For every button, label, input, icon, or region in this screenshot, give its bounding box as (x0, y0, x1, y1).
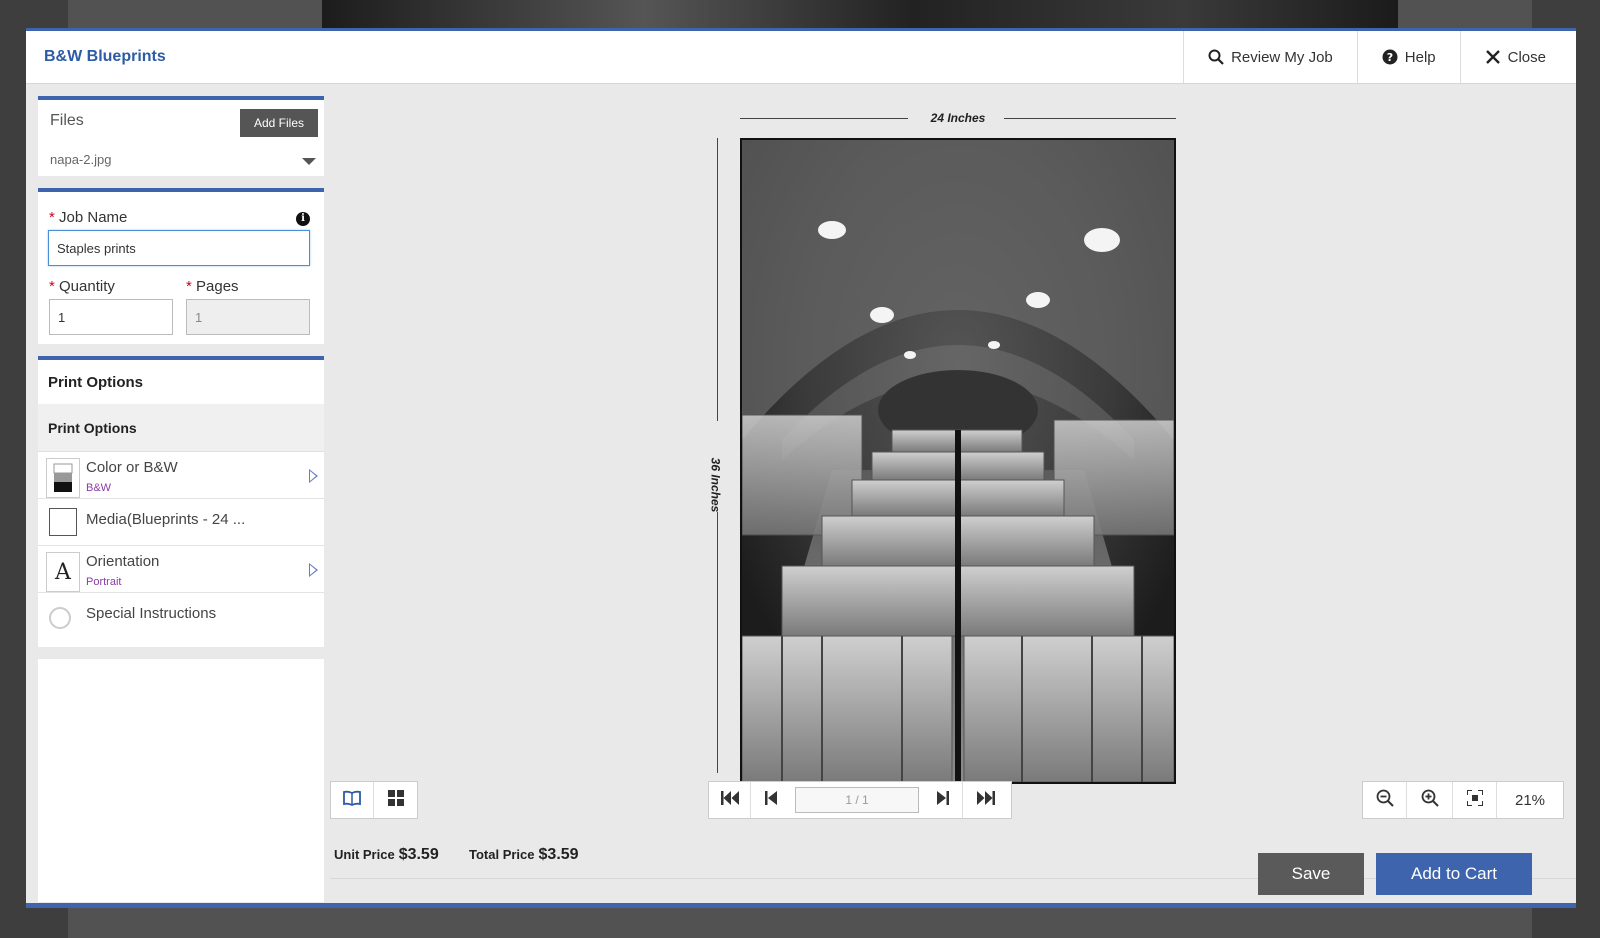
unit-price: Unit Price $3.59 (334, 846, 439, 864)
media-checkbox-icon[interactable] (49, 508, 77, 536)
left-panel: Files Add Files napa-2.jpg * Job Name i … (38, 96, 324, 902)
option-value: B&W (86, 482, 112, 494)
zoom-value: 21% (1514, 791, 1546, 809)
modal-header: B&W Blueprints Review My Job ? Help Clos… (26, 31, 1576, 84)
add-files-button[interactable]: Add Files (240, 109, 318, 137)
option-value: Portrait (86, 576, 122, 588)
width-label: 24 Inches (930, 111, 986, 125)
last-page-icon (977, 790, 995, 810)
height-dimension: 36 Inches (708, 138, 724, 773)
job-name-label: * Job Name (49, 209, 128, 226)
last-page-button[interactable] (963, 782, 1009, 818)
option-color-or-bw[interactable]: Color or B&W B&W (38, 452, 324, 499)
option-name: Media(Blueprints - 24 ... (86, 511, 246, 528)
option-orientation[interactable]: A Orientation Portrait (38, 546, 324, 593)
view-mode-toolbar (330, 781, 418, 819)
job-details-card: * Job Name i Staples prints * Quantity 1… (38, 188, 324, 344)
zoom-in-button[interactable] (1407, 782, 1453, 818)
backdrop-image (322, 0, 1398, 30)
total-price-label: Total Price (469, 847, 535, 862)
grid-icon (387, 789, 404, 811)
option-name: Orientation (86, 553, 160, 570)
help-icon: ? (1382, 49, 1398, 65)
save-button[interactable]: Save (1258, 853, 1364, 895)
unit-price-value: $3.59 (398, 846, 439, 863)
files-label: Files (50, 112, 84, 129)
fit-to-screen-button[interactable] (1453, 782, 1497, 818)
job-name-input[interactable]: Staples prints (48, 230, 310, 266)
total-price: Total Price $3.59 (469, 846, 579, 864)
page-indicator[interactable]: 1 / 1 (795, 787, 919, 813)
modal-title: B&W Blueprints (44, 48, 166, 65)
zoom-in-icon (1421, 789, 1439, 812)
print-job-modal: B&W Blueprints Review My Job ? Help Clos… (26, 28, 1576, 908)
first-page-button[interactable] (709, 782, 751, 818)
next-page-icon (936, 790, 949, 810)
radio-icon[interactable] (49, 607, 71, 629)
left-panel-empty (38, 659, 324, 902)
option-special-instructions[interactable]: Special Instructions (38, 593, 324, 640)
pages-label: * Pages (186, 278, 239, 295)
color-swatch-icon (46, 458, 80, 498)
grid-view-button[interactable] (374, 782, 417, 818)
option-name: Special Instructions (86, 605, 217, 622)
pagination-toolbar: 1 / 1 (708, 781, 1012, 819)
help-label: Help (1404, 48, 1436, 66)
document-preview-image (740, 138, 1176, 784)
pages-input: 1 (186, 299, 310, 335)
option-media[interactable]: Media(Blueprints - 24 ... (38, 499, 324, 546)
chevron-right-icon[interactable] (309, 469, 318, 483)
next-page-button[interactable] (923, 782, 963, 818)
review-my-job-label: Review My Job (1231, 48, 1333, 66)
orientation-icon: A (46, 552, 80, 592)
single-page-view-button[interactable] (331, 782, 375, 818)
previous-page-button[interactable] (751, 782, 791, 818)
preview-area: 24 Inches 36 Inches 1 / 1 21% (330, 84, 1576, 903)
svg-text:?: ? (1387, 51, 1393, 64)
file-select[interactable]: napa-2.jpg (50, 152, 111, 167)
book-icon (343, 790, 361, 811)
height-label: 36 Inches (708, 457, 723, 513)
files-card: Files Add Files napa-2.jpg (38, 96, 324, 176)
quantity-label: * Quantity (49, 278, 115, 295)
zoom-out-button[interactable] (1363, 782, 1407, 818)
search-icon (1208, 49, 1224, 65)
close-label: Close (1507, 48, 1546, 66)
width-dimension: 24 Inches (740, 111, 1176, 125)
quantity-input[interactable]: 1 (49, 299, 173, 335)
help-button[interactable]: ? Help (1356, 31, 1460, 83)
first-page-icon (720, 790, 739, 810)
print-options-title: Print Options (48, 373, 143, 391)
option-name: Color or B&W (86, 459, 178, 476)
fit-screen-icon (1465, 788, 1484, 811)
previous-page-icon (765, 790, 777, 810)
print-options-subtitle: Print Options (38, 404, 324, 452)
review-my-job-button[interactable]: Review My Job (1183, 31, 1357, 83)
print-options-card: Print Options Print Options Color or B&W… (38, 356, 324, 647)
zoom-toolbar: 21% (1362, 781, 1564, 819)
zoom-out-icon (1376, 789, 1394, 812)
chevron-down-icon[interactable] (302, 158, 316, 165)
chevron-right-icon[interactable] (309, 563, 318, 577)
add-to-cart-button[interactable]: Add to Cart (1376, 853, 1532, 895)
unit-price-label: Unit Price (334, 847, 395, 862)
info-icon[interactable]: i (296, 212, 310, 226)
total-price-value: $3.59 (538, 846, 579, 863)
close-button[interactable]: Close (1459, 31, 1576, 83)
zoom-level: 21% (1497, 782, 1563, 818)
close-icon (1485, 49, 1501, 65)
